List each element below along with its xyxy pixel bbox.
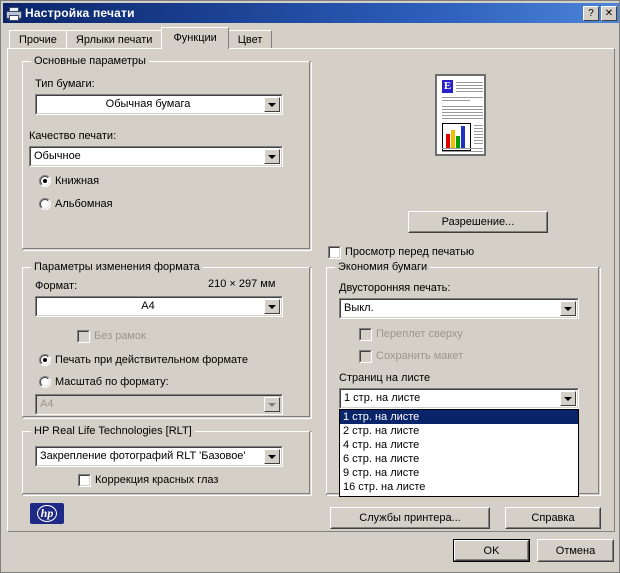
close-icon[interactable]: ✕: [601, 5, 617, 21]
paper-type-combo[interactable]: Обычная бумага: [35, 94, 283, 115]
tab-page-funkcii: Основные параметры Тип бумаги: Обычная б…: [7, 48, 615, 532]
format-label: Формат:: [35, 280, 78, 292]
title-bar: Настройка печати ? ✕: [3, 3, 619, 23]
binding-top-checkbox: Переплет сверху: [359, 328, 463, 341]
tab-yarlyki-pechati[interactable]: Ярлыки печати: [65, 30, 163, 49]
binding-top-label: Переплет сверху: [376, 328, 463, 340]
printer-services-label: Службы принтера...: [359, 512, 461, 524]
help-button-label: Справка: [531, 512, 575, 524]
orientation-landscape-radio[interactable]: Альбомная: [39, 198, 113, 211]
print-preview-checkbox[interactable]: Просмотр перед печатью: [328, 246, 474, 259]
paper-type-dropdown-arrow-icon[interactable]: [264, 97, 280, 112]
group-paper-saving-title: Экономия бумаги: [335, 261, 431, 273]
group-format-parameters: Параметры изменения формата Формат: 210 …: [22, 261, 312, 419]
pages-per-sheet-label: Страниц на листе: [339, 372, 431, 384]
rlt-combo[interactable]: Закрепление фотографий RLT 'Базовое': [35, 446, 283, 467]
print-preview-checkbox-box: [328, 246, 341, 259]
rlt-value: Закрепление фотографий RLT 'Базовое': [40, 450, 246, 462]
tab-funkcii[interactable]: Функции: [161, 27, 229, 49]
group-format-parameters-title: Параметры изменения формата: [31, 261, 203, 273]
scale-target-dropdown-arrow-icon: [264, 397, 280, 412]
binding-top-checkbox-box: [359, 328, 372, 341]
pages-per-sheet-dropdown-list[interactable]: 1 стр. на листе 2 стр. на листе 4 стр. н…: [339, 409, 579, 497]
group-main-parameters: Основные параметры Тип бумаги: Обычная б…: [22, 55, 312, 251]
help-titlebar-button[interactable]: ?: [583, 5, 599, 21]
preview-bar-chart-icon: [442, 123, 471, 151]
borderless-checkbox-box: [77, 330, 90, 343]
help-button[interactable]: Справка: [505, 507, 601, 529]
ok-button-label: OK: [483, 544, 500, 557]
list-item[interactable]: 4 стр. на листе: [340, 438, 578, 452]
keep-layout-checkbox: Сохранить макет: [359, 350, 463, 363]
pages-per-sheet-value: 1 стр. на листе: [344, 392, 421, 404]
print-actual-size-label: Печать при действительном формате: [55, 354, 248, 366]
scale-to-format-radio[interactable]: Масштаб по формату:: [39, 376, 169, 389]
orientation-portrait-radio[interactable]: Книжная: [39, 175, 99, 188]
red-eye-correction-box: [78, 474, 91, 487]
group-hp-rlt: HP Real Life Technologies [RLT] Закрепле…: [22, 425, 312, 496]
list-item[interactable]: 6 стр. на листе: [340, 452, 578, 466]
format-dropdown-arrow-icon[interactable]: [264, 299, 280, 314]
list-item[interactable]: 1 стр. на листе: [340, 410, 578, 424]
resolution-button-label: Разрешение...: [441, 216, 515, 228]
red-eye-correction-label: Коррекция красных глаз: [95, 474, 219, 486]
print-quality-combo[interactable]: Обычное: [29, 146, 283, 167]
keep-layout-checkbox-box: [359, 350, 372, 363]
group-main-parameters-title: Основные параметры: [31, 55, 149, 67]
orientation-portrait-label: Книжная: [55, 175, 100, 187]
group-hp-rlt-title: HP Real Life Technologies [RLT]: [31, 425, 195, 437]
paper-type-value: Обычная бумага: [105, 98, 191, 110]
cancel-button[interactable]: Отмена: [537, 539, 614, 562]
printer-icon: [5, 5, 22, 21]
pages-per-sheet-combo[interactable]: 1 стр. на листе: [339, 388, 579, 409]
print-settings-dialog: Настройка печати ? ✕ Прочие Ярлыки печат…: [0, 0, 620, 573]
keep-layout-label: Сохранить макет: [376, 350, 464, 362]
resolution-button[interactable]: Разрешение...: [408, 211, 548, 233]
red-eye-correction-checkbox[interactable]: Коррекция красных глаз: [78, 474, 218, 487]
tab-prochie[interactable]: Прочие: [9, 30, 67, 49]
hp-logo: hp: [30, 503, 64, 524]
print-preview-thumbnail: E: [435, 74, 486, 156]
orientation-landscape-label: Альбомная: [55, 198, 113, 210]
print-quality-value: Обычное: [34, 150, 81, 162]
borderless-label: Без рамок: [94, 330, 146, 342]
ok-button[interactable]: OK: [453, 539, 530, 562]
list-item[interactable]: 16 стр. на листе: [340, 480, 578, 494]
print-quality-label: Качество печати:: [29, 130, 117, 142]
rlt-dropdown-arrow-icon[interactable]: [264, 449, 280, 464]
list-item[interactable]: 9 стр. на листе: [340, 466, 578, 480]
hp-logo-text: hp: [40, 506, 54, 520]
printer-services-button[interactable]: Службы принтера...: [330, 507, 490, 529]
scale-target-value: A4: [40, 398, 54, 410]
paper-type-label: Тип бумаги:: [35, 78, 95, 90]
format-value: A4: [141, 300, 155, 312]
tab-cvet[interactable]: Цвет: [227, 30, 273, 49]
group-paper-saving: Экономия бумаги Двусторонняя печать: Вык…: [326, 261, 601, 497]
duplex-dropdown-arrow-icon[interactable]: [560, 301, 576, 316]
print-preview-checkbox-label: Просмотр перед печатью: [345, 246, 475, 258]
list-item[interactable]: 2 стр. на листе: [340, 424, 578, 438]
scale-to-format-label: Масштаб по формату:: [55, 376, 169, 388]
format-combo[interactable]: A4: [35, 296, 283, 317]
borderless-checkbox[interactable]: Без рамок: [77, 330, 146, 343]
window-title: Настройка печати: [25, 6, 135, 20]
print-actual-size-radio[interactable]: Печать при действительном формате: [39, 354, 248, 367]
print-quality-dropdown-arrow-icon[interactable]: [264, 149, 280, 164]
preview-dropcap: E: [442, 80, 453, 93]
tab-strip: Прочие Ярлыки печати Функции Цвет: [9, 27, 613, 49]
scale-target-combo: A4: [35, 394, 283, 415]
duplex-label: Двусторонняя печать:: [339, 282, 451, 294]
duplex-combo[interactable]: Выкл.: [339, 298, 579, 319]
format-dimensions: 210 × 297 мм: [208, 278, 276, 290]
cancel-button-label: Отмена: [555, 544, 596, 557]
duplex-value: Выкл.: [344, 302, 374, 314]
pages-per-sheet-dropdown-arrow-icon[interactable]: [560, 391, 576, 406]
